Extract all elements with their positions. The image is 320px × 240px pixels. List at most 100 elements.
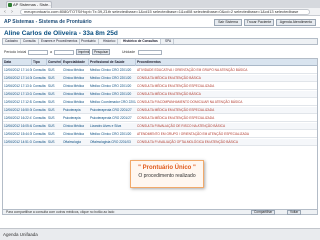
table-cell: 12/06/2012 17:14:36: [4, 68, 32, 72]
table-cell: CONSULTA MÉDICA EM ATENÇÃO ESPECIALIZADA: [137, 116, 215, 120]
table-row[interactable]: 12/06/2012 17:14:36 Consulta SUS Clínica Mé…: [3, 75, 317, 82]
table-cell: CONSULTA MÉDICA EM ATENÇÃO ESPECIALIZADA: [137, 108, 215, 112]
unique-record-callout: " Prontuário Único " O procedimento real…: [130, 160, 204, 188]
browser-tab[interactable]: AP Sistemas - Siste...: [6, 1, 52, 8]
menu-item-spa[interactable]: SPA: [163, 39, 175, 44]
table-row[interactable]: 12/06/2012 17:13:02 Consulta SUS Clínica Mé…: [3, 91, 317, 98]
table-row[interactable]: 12/06/2012 14:51:03 Consulta SUS Oftalmolog…: [3, 139, 317, 146]
table-cell: Consulta: [33, 92, 46, 96]
table-cell: SUS: [48, 140, 55, 144]
table-cell: 12/06/2012 16:50:30: [4, 108, 32, 112]
table-cell: Médico Clínico CRO 2201/20: [90, 76, 132, 80]
unit-select[interactable]: [138, 50, 162, 55]
forward-arrow-icon[interactable]: ›: [9, 9, 15, 15]
table-cell: Clínica Médica: [63, 100, 84, 104]
table-row[interactable]: 12/06/2012 17:12:53 Consulta SUS Clínica Mé…: [3, 99, 317, 106]
table-cell: Médico Coordenador CRO 2201/20: [90, 100, 136, 104]
table-cell: CONSULTA MÉDICA EM ATENÇÃO ESPECIALIZADA: [137, 84, 215, 88]
browser-navbar: ‹ › meuprontuario.com:8080/TOTS/Hopt=Tx:…: [0, 8, 320, 16]
table-cell: Consulta: [33, 124, 46, 128]
search-button[interactable]: Pesquisar: [92, 49, 110, 55]
table-cell: Oftalmologista CRO 2201/03: [90, 140, 131, 144]
taskbar-item[interactable]: Agenda Unifaada: [3, 232, 38, 237]
print-button[interactable]: Imprimir: [76, 49, 90, 55]
back-arrow-icon[interactable]: ‹: [2, 9, 8, 15]
table-cell: Consulta: [33, 116, 46, 120]
change-patient-button[interactable]: Trocar Paciente: [244, 19, 274, 26]
callout-title: " Prontuário Único ": [138, 165, 196, 171]
callout-subtitle: O procedimento realizado: [138, 173, 196, 179]
table-cell: 12/06/2012 14:51:03: [4, 140, 32, 144]
app-title: AP Sistemas - Sistema de Prontuário: [4, 19, 92, 25]
table-cell: SUS: [48, 132, 55, 136]
table-cell: Consulta: [33, 84, 46, 88]
period-start-field[interactable]: [28, 50, 48, 55]
logout-button[interactable]: Sair Sistema: [214, 19, 242, 26]
table-header: Data Tipo Convênio Especialidade Profiss…: [3, 59, 317, 66]
table-cell: 12/06/2012 15:44:39: [4, 132, 32, 136]
table-cell: 12/06/2012 17:12:53: [4, 100, 32, 104]
period-to-label: a: [50, 50, 52, 54]
table-cell: Médico Clínico CRO 2201/20: [90, 84, 132, 88]
table-row[interactable]: 12/06/2012 15:44:39 Consulta SUS Clínica Mé…: [3, 131, 317, 138]
browser-tab-title: AP Sistemas - Siste...: [13, 2, 52, 7]
table-row[interactable]: 12/06/2012 17:14:36 Consulta SUS Clínica Mé…: [3, 67, 317, 74]
back-button[interactable]: Voltar: [287, 210, 302, 215]
table-cell: Psicoterapeuta CRO 2201/27: [90, 116, 132, 120]
menu-item-cadastro[interactable]: Cadastro: [3, 39, 21, 44]
table-row[interactable]: 12/06/2012 16:50:30 Consulta SUS Psicoterap…: [3, 107, 317, 114]
table-cell: 12/06/2012 16:05:48: [4, 124, 32, 128]
period-start-label: Período Inicial: [4, 50, 27, 54]
share-button[interactable]: Compartilhar: [251, 210, 276, 215]
table-cell: Clínica Médica: [63, 132, 84, 136]
column-header[interactable]: Convênio: [47, 59, 62, 66]
table-cell: Clínica Médica: [63, 76, 84, 80]
table-cell: Oftalmologia: [63, 140, 81, 144]
table-cell: Médico Clínico CRO 2201/20: [90, 68, 132, 72]
schedule-button[interactable]: Agenda Atendimento: [276, 19, 316, 26]
table-cell: SUS: [48, 92, 55, 96]
table-cell: Clínica Médica: [63, 124, 84, 128]
table-cell: Consulta: [33, 108, 46, 112]
column-header[interactable]: Tipo: [32, 59, 47, 66]
table-row[interactable]: 12/06/2012 17:13:16 Consulta SUS Clínica Mé…: [3, 83, 317, 90]
table-cell: SUS: [48, 76, 55, 80]
table-cell: Lizandro Alves e Silva: [90, 124, 122, 128]
filter-bar: Período Inicial a Imprimir Pesquisar Uni…: [2, 49, 318, 56]
taskbar: Agenda Unifaada: [0, 228, 320, 240]
table-cell: Médico Clínico CRO 2201/20: [90, 132, 132, 136]
table-cell: Psicoterapeuta CRO 2201/27: [90, 108, 132, 112]
period-end-field[interactable]: [54, 50, 74, 55]
consultations-table: Data Tipo Convênio Especialidade Profiss…: [2, 58, 318, 212]
table-cell: CONSULTA P/ AVALIAÇÃO OFTALMOLÓGICA EM A…: [137, 140, 238, 144]
address-bar[interactable]: meuprontuario.com:8080/TOTS/Hopt=Tx:39,Z…: [20, 9, 310, 15]
menu-item-historico-consultas[interactable]: Histórico de Consultas: [121, 39, 161, 44]
column-header[interactable]: Procedimentos: [136, 59, 317, 66]
table-cell: Consulta: [33, 132, 46, 136]
patient-header: Aline Carlos de Oliveira - 33a 8m 25d: [4, 30, 118, 37]
table-cell: CONSULTA P/AVALIAÇÃO DE RISCO NA ATENÇÃO…: [137, 124, 226, 128]
table-cell: SUS: [48, 116, 55, 120]
table-cell: 12/06/2012 17:13:16: [4, 84, 32, 88]
table-cell: Consulta: [33, 100, 46, 104]
table-cell: Consulta: [33, 68, 46, 72]
table-row[interactable]: 12/06/2012 16:22:47 Consulta SUS Psicoterap…: [3, 115, 317, 122]
menu-item-exames[interactable]: Exames e Procedimentos: [39, 39, 81, 44]
menu-item-historico[interactable]: Historico: [101, 39, 119, 44]
table-cell: ATENDIMENTO EM GRUPO / ORIENTAÇÃO EM ATE…: [137, 132, 250, 136]
column-header[interactable]: Data: [3, 59, 32, 66]
table-cell: SUS: [48, 68, 55, 72]
address-bar-url: meuprontuario.com:8080/TOTS/Hopt=Tx:39,Z…: [24, 9, 299, 14]
table-cell: 12/06/2012 17:13:02: [4, 92, 32, 96]
menu-item-prontuario[interactable]: Prontuário: [79, 39, 99, 44]
unit-label: Unidade: [122, 50, 136, 54]
table-row[interactable]: 12/06/2012 16:05:48 Consulta SUS Clínica Mé…: [3, 123, 317, 130]
table-footer: Para compartilhar a consulta com outros …: [2, 209, 318, 215]
table-cell: Consulta: [33, 140, 46, 144]
table-cell: SUS: [48, 124, 55, 128]
column-header[interactable]: Especialidade: [62, 59, 89, 66]
column-header[interactable]: Profissional de Saúde: [89, 59, 136, 66]
table-cell: 12/06/2012 16:22:47: [4, 116, 32, 120]
browser-tabstrip: AP Sistemas - Siste...: [0, 0, 320, 8]
menu-item-consulta[interactable]: Consulta: [21, 39, 39, 44]
